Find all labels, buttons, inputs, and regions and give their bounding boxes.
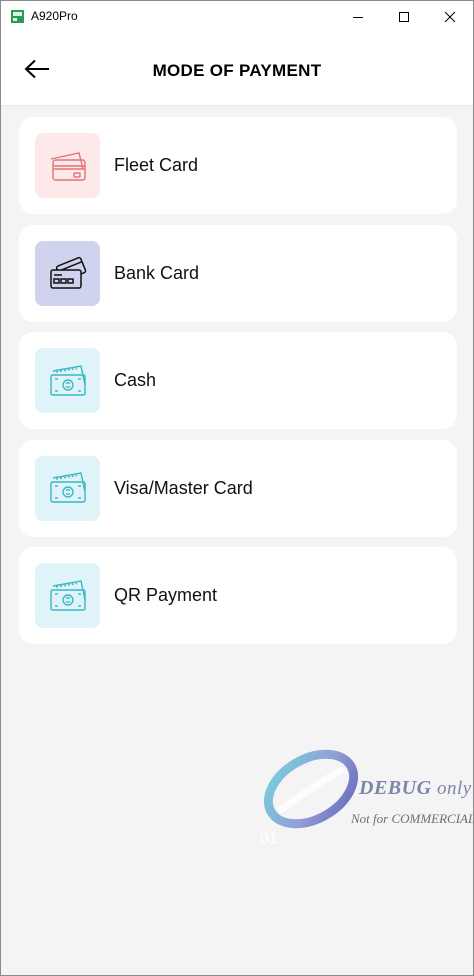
payment-option-cash[interactable]: Cash <box>19 332 457 429</box>
close-icon <box>444 11 456 22</box>
cash-icon <box>35 563 100 628</box>
watermark-mark: 01 <box>260 831 278 848</box>
watermark-logo <box>263 749 359 829</box>
payment-option-visa-master-card[interactable]: Visa/Master Card <box>19 439 457 537</box>
app-header: MODE OF PAYMENT <box>1 32 473 105</box>
payment-option-label: Bank Card <box>114 262 200 283</box>
cash-icon <box>35 348 100 413</box>
app-icon <box>11 10 24 23</box>
minimize-icon <box>353 16 363 18</box>
close-button[interactable] <box>427 1 473 32</box>
page-title: MODE OF PAYMENT <box>152 61 322 80</box>
maximize-button[interactable] <box>381 1 427 32</box>
bank-card-icon <box>35 240 100 306</box>
payment-option-label: Cash <box>114 370 157 390</box>
payment-option-qr-payment[interactable]: QR Payment <box>19 547 457 644</box>
app-window: A920Pro MODE OF PAYMENT Fleet Card Bank … <box>0 0 474 976</box>
watermark-subtext: Not for COMMERCIAL <box>351 811 474 826</box>
payment-option-label: QR Payment <box>114 585 218 605</box>
payment-option-label: Fleet Card <box>114 155 199 175</box>
maximize-icon <box>399 11 409 22</box>
cash-icon <box>35 455 100 521</box>
payment-option-fleet-card[interactable]: Fleet Card <box>19 117 457 214</box>
window-titlebar[interactable]: A920Pro <box>1 1 473 32</box>
watermark-text: DEBUG only <box>359 777 472 799</box>
debug-watermark: DEBUG only Not for COMMERCIAL 01 <box>259 749 474 849</box>
payment-option-bank-card[interactable]: Bank Card <box>19 224 457 322</box>
payment-option-label: Visa/Master Card <box>114 477 253 498</box>
credit-card-icon <box>35 133 100 198</box>
payment-method-list: Fleet Card Bank Card Cash Visa/Master Ca… <box>19 117 457 655</box>
minimize-button[interactable] <box>335 1 381 32</box>
window-title: A920Pro <box>31 9 78 23</box>
